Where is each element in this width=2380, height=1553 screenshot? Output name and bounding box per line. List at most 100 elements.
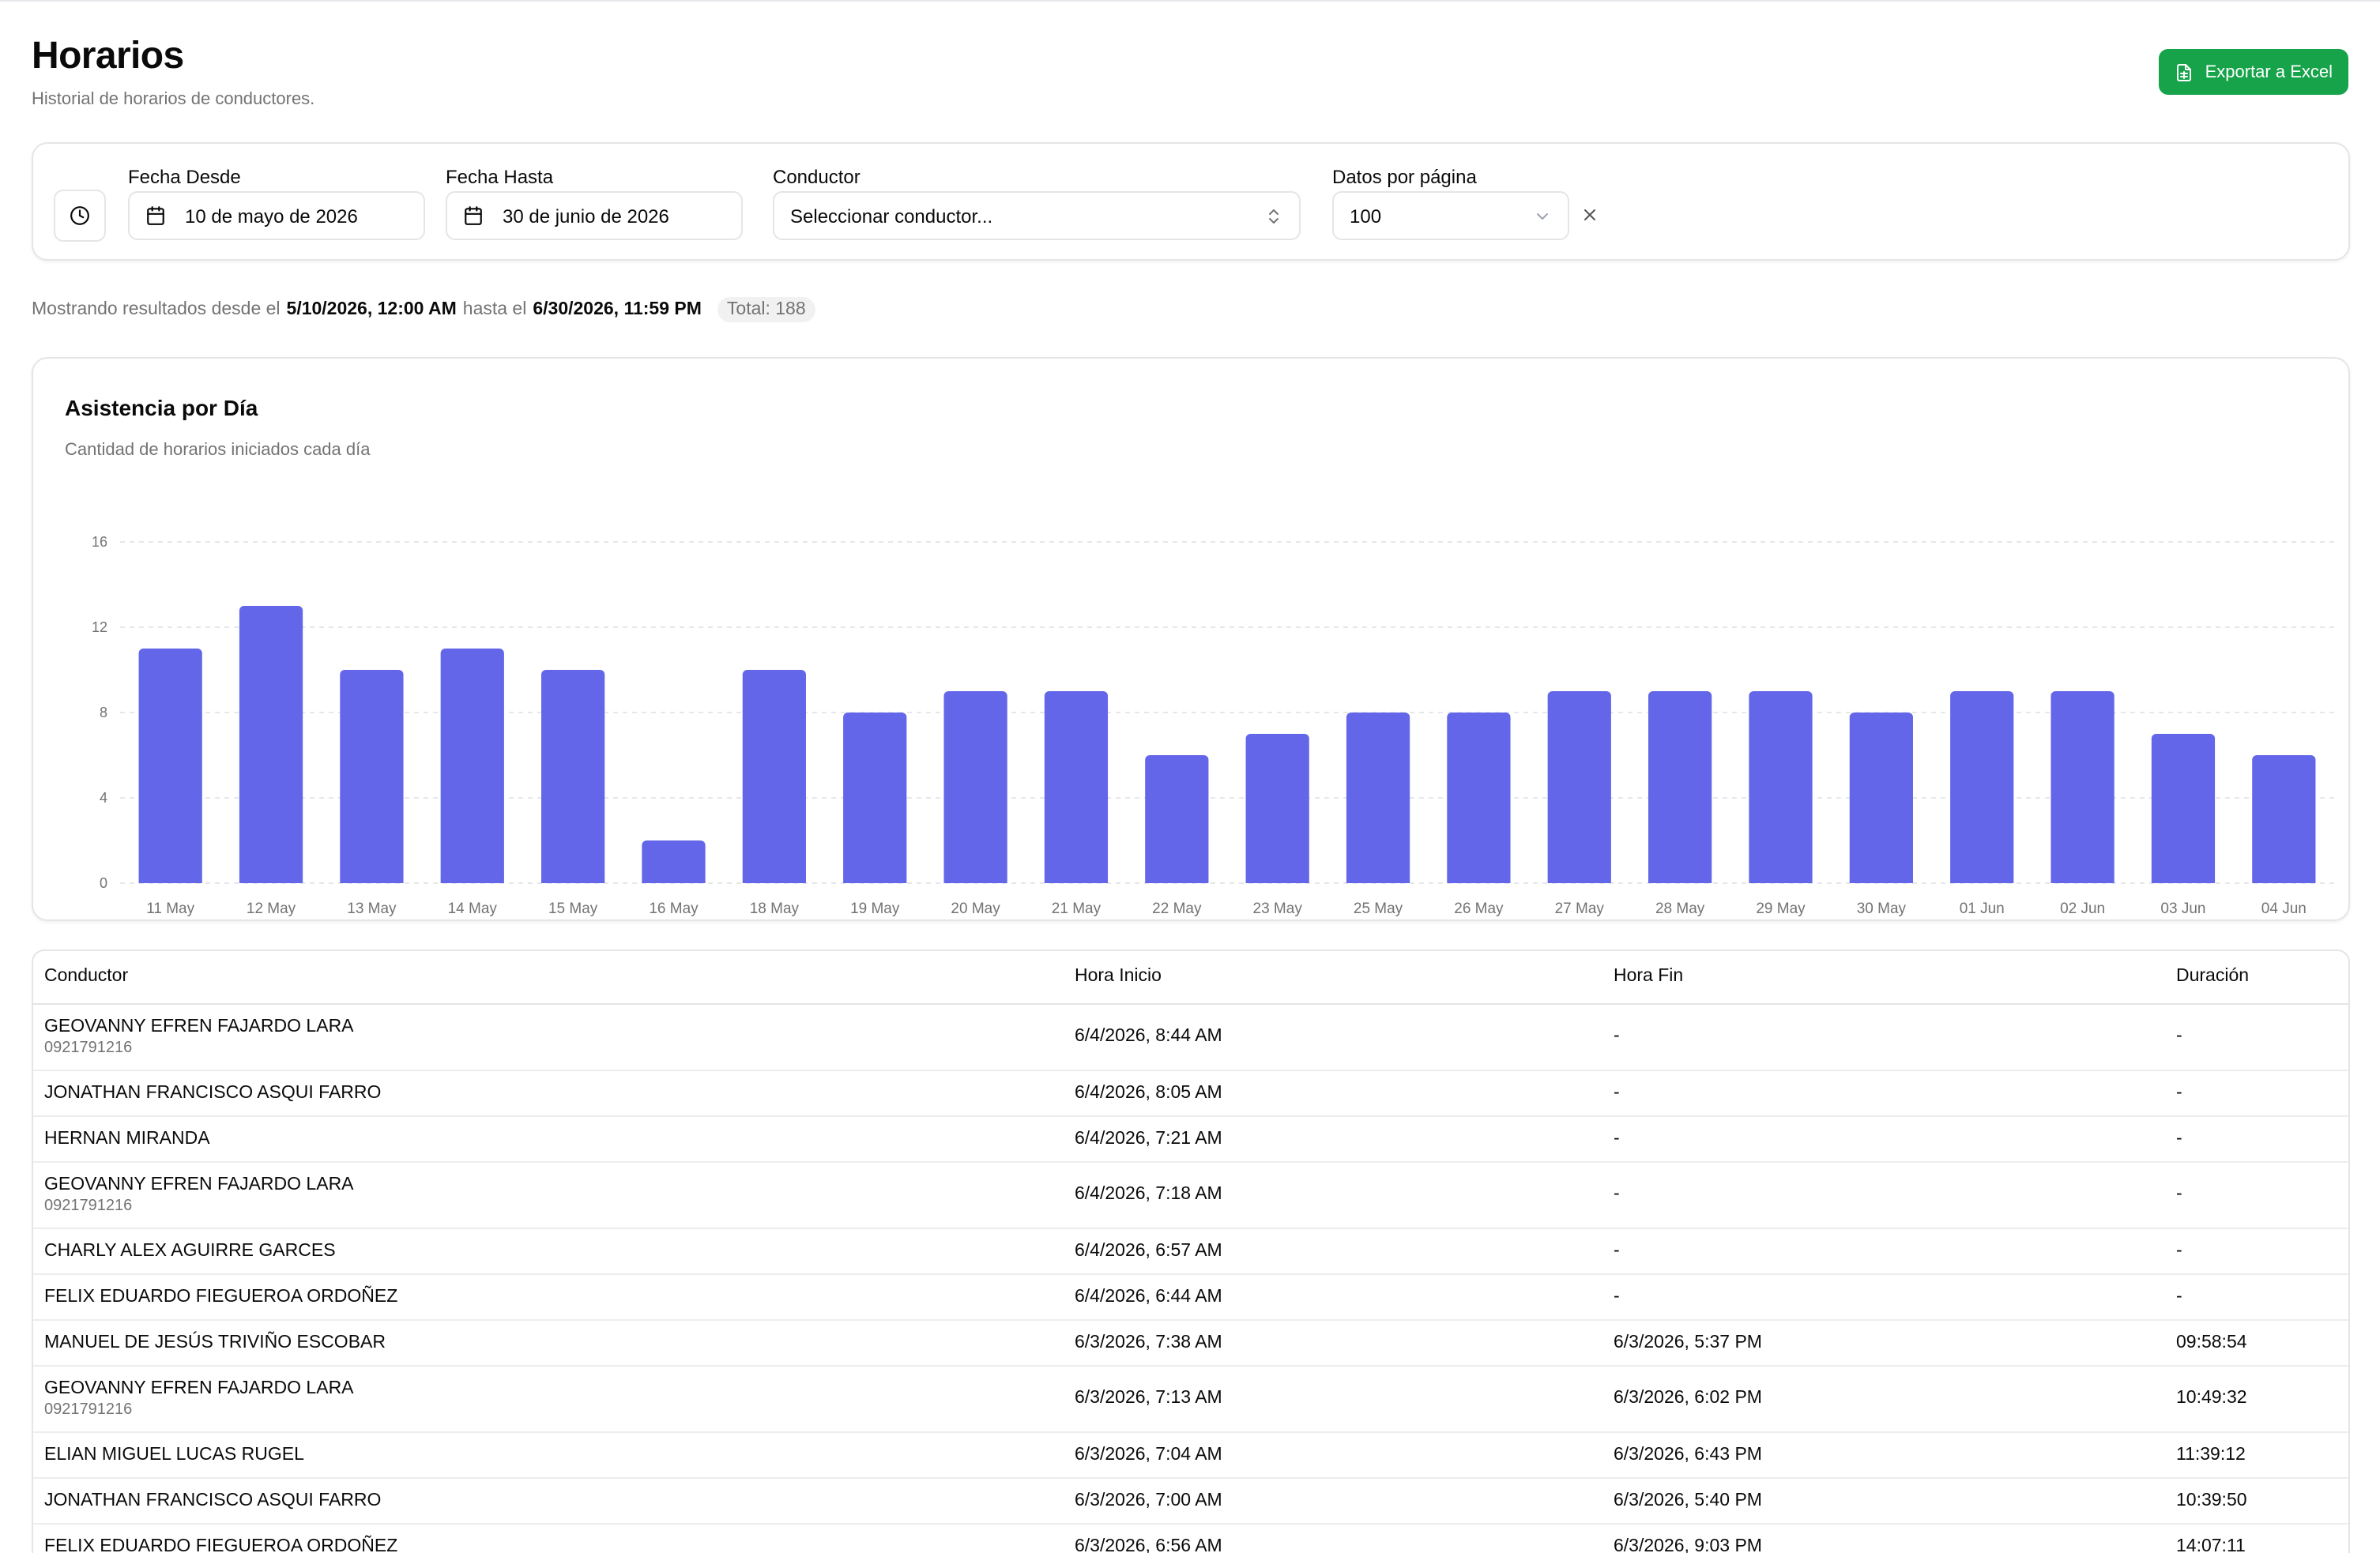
duracion-cell: -	[2165, 1273, 2348, 1320]
conductor-label: Conductor	[773, 166, 860, 188]
x-tick-label: 18 May	[750, 901, 800, 917]
attendance-chart-card: Asistencia por Día Cantidad de horarios …	[32, 357, 2350, 921]
x-tick-label: 03 Jun	[2160, 901, 2205, 917]
bar-base	[541, 878, 605, 883]
bar[interactable]	[642, 840, 706, 883]
conductor-id: 0921791216	[44, 1197, 133, 1214]
export-excel-label: Exportar a Excel	[2205, 62, 2333, 81]
bar[interactable]	[340, 670, 404, 883]
table-row[interactable]: JONATHAN FRANCISCO ASQUI FARRO 6/3/2026, …	[33, 1477, 2348, 1524]
conductor-name: JONATHAN FRANCISCO ASQUI FARRO	[44, 1491, 382, 1510]
conductor-name: ELIAN MIGUEL LUCAS RUGEL	[44, 1445, 304, 1464]
summary-prefix: Mostrando resultados desde el	[32, 300, 281, 319]
bar-base	[1145, 878, 1209, 883]
bar[interactable]	[2252, 755, 2316, 883]
x-tick-label: 14 May	[448, 901, 498, 917]
conductor-select[interactable]: Seleccionar conductor...	[773, 191, 1301, 240]
x-tick-label: 11 May	[146, 901, 194, 917]
export-excel-button[interactable]: Exportar a Excel	[2159, 49, 2348, 95]
conductor-cell: JONATHAN FRANCISCO ASQUI FARRO	[33, 1477, 1064, 1524]
column-header-hora-fin[interactable]: Hora Fin	[1602, 951, 2165, 1004]
hora-fin-cell: -	[1602, 1115, 2165, 1162]
bar[interactable]	[1648, 691, 1712, 883]
hora-inicio-cell: 6/4/2026, 6:57 AM	[1064, 1228, 1602, 1274]
per-page-select[interactable]: 100	[1332, 191, 1569, 240]
bar-base	[843, 878, 907, 883]
conductor-name: GEOVANNY EFREN FAJARDO LARA	[44, 1378, 354, 1397]
bar[interactable]	[843, 713, 907, 883]
x-tick-label: 26 May	[1454, 901, 1504, 917]
summary-middle: hasta el	[462, 300, 527, 319]
table-row[interactable]: FELIX EDUARDO FIEGUEROA ORDOÑEZ 6/3/2026,…	[33, 1523, 2348, 1553]
fecha-hasta-value: 30 de junio de 2026	[503, 205, 669, 227]
fecha-hasta-picker[interactable]: 30 de junio de 2026	[446, 191, 743, 240]
bar[interactable]	[1044, 691, 1109, 883]
bar[interactable]	[742, 670, 806, 883]
x-tick-label: 23 May	[1253, 901, 1303, 917]
bar[interactable]	[2151, 734, 2216, 883]
bar[interactable]	[1749, 691, 1813, 883]
bar[interactable]	[1245, 734, 1309, 883]
x-tick-label: 01 Jun	[1960, 901, 2005, 917]
y-tick-label: 12	[92, 619, 107, 635]
conductor-id: 0921791216	[44, 1039, 133, 1056]
bar[interactable]	[440, 649, 504, 883]
clear-filters-button[interactable]	[1579, 204, 1601, 226]
table-row[interactable]: HERNAN MIRANDA 6/4/2026, 7:21 AM - -	[33, 1115, 2348, 1162]
table-row[interactable]: ELIAN MIGUEL LUCAS RUGEL 6/3/2026, 7:04 A…	[33, 1431, 2348, 1478]
x-tick-label: 22 May	[1152, 901, 1202, 917]
schedules-table: Conductor Hora Inicio Hora Fin Duración …	[32, 949, 2350, 1553]
duracion-cell: -	[2165, 1003, 2348, 1070]
conductor-name: GEOVANNY EFREN FAJARDO LARA	[44, 1017, 354, 1036]
hora-inicio-cell: 6/3/2026, 7:00 AM	[1064, 1477, 1602, 1524]
calendar-icon	[463, 205, 484, 226]
bar-base	[340, 878, 404, 883]
duracion-cell: 10:39:50	[2165, 1477, 2348, 1524]
hora-fin-cell: -	[1602, 1228, 2165, 1274]
bar-base	[1346, 878, 1410, 883]
table-row[interactable]: CHARLY ALEX AGUIRRE GARCES 6/4/2026, 6:57…	[33, 1228, 2348, 1274]
x-tick-label: 21 May	[1052, 901, 1102, 917]
bar[interactable]	[138, 649, 202, 883]
bar-base	[1950, 878, 2014, 883]
bar[interactable]	[541, 670, 605, 883]
bar[interactable]	[2050, 691, 2115, 883]
x-tick-label: 15 May	[548, 901, 598, 917]
per-page-label: Datos por página	[1332, 166, 1477, 188]
duracion-cell: -	[2165, 1070, 2348, 1116]
table-row[interactable]: FELIX EDUARDO FIEGUEROA ORDOÑEZ 6/4/2026,…	[33, 1273, 2348, 1320]
x-tick-label: 29 May	[1756, 901, 1806, 917]
time-filter-button[interactable]	[54, 190, 106, 242]
table-row[interactable]: GEOVANNY EFREN FAJARDO LARA 0921791216 6/4…	[33, 1003, 2348, 1070]
x-tick-label: 02 Jun	[2060, 901, 2105, 917]
bar-base	[138, 878, 202, 883]
hora-inicio-cell: 6/3/2026, 7:38 AM	[1064, 1319, 1602, 1366]
fecha-desde-picker[interactable]: 10 de mayo de 2026	[128, 191, 425, 240]
bar-base	[440, 878, 504, 883]
bar-base	[1648, 878, 1712, 883]
bar[interactable]	[943, 691, 1007, 883]
table-row[interactable]: JONATHAN FRANCISCO ASQUI FARRO 6/4/2026, …	[33, 1070, 2348, 1116]
bar[interactable]	[1447, 713, 1511, 883]
column-header-duracion[interactable]: Duración	[2165, 951, 2348, 1004]
column-header-conductor[interactable]: Conductor	[33, 951, 1064, 1004]
bar[interactable]	[1849, 713, 1913, 883]
table-row[interactable]: GEOVANNY EFREN FAJARDO LARA 0921791216 6/3…	[33, 1365, 2348, 1432]
duracion-cell: 11:39:12	[2165, 1431, 2348, 1478]
bar-base	[1044, 878, 1109, 883]
table-row[interactable]: MANUEL DE JESÚS TRIVIÑO ESCOBAR 6/3/2026,…	[33, 1319, 2348, 1366]
filter-panel: Fecha Desde 10 de mayo de 2026 Fecha Has…	[32, 142, 2350, 261]
bar[interactable]	[1346, 713, 1410, 883]
bar[interactable]	[1145, 755, 1209, 883]
attendance-bar-chart: 0 4 8 12 16 11 May 12 May 13 May 14 May 15 May 16 …	[92, 534, 2334, 917]
column-header-hora-inicio[interactable]: Hora Inicio	[1064, 951, 1602, 1004]
hora-fin-cell: 6/3/2026, 6:43 PM	[1602, 1431, 2165, 1478]
bar[interactable]	[239, 606, 303, 883]
hora-fin-cell: 6/3/2026, 5:37 PM	[1602, 1319, 2165, 1366]
bar[interactable]	[1950, 691, 2014, 883]
bar[interactable]	[1547, 691, 1611, 883]
x-tick-label: 12 May	[247, 901, 296, 917]
table-row[interactable]: GEOVANNY EFREN FAJARDO LARA 0921791216 6/4…	[33, 1161, 2348, 1228]
hora-inicio-cell: 6/4/2026, 8:44 AM	[1064, 1003, 1602, 1070]
hora-inicio-cell: 6/4/2026, 8:05 AM	[1064, 1070, 1602, 1116]
